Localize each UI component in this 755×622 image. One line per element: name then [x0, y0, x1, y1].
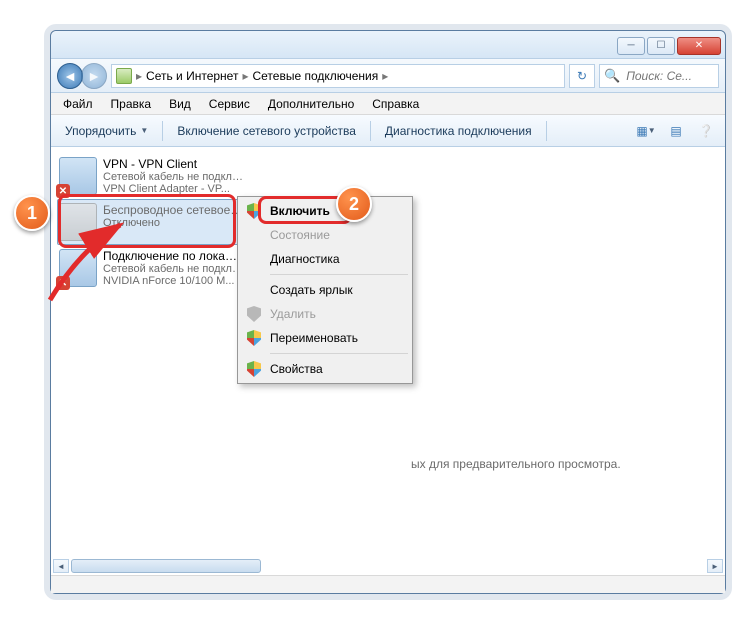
menu-bar: Файл Правка Вид Сервис Дополнительно Спр… — [51, 93, 725, 115]
context-enable[interactable]: Включить — [240, 199, 410, 223]
separator — [162, 121, 163, 141]
forward-button[interactable]: ► — [81, 63, 107, 89]
help-button[interactable]: ❔ — [693, 120, 719, 142]
maximize-button[interactable]: ☐ — [647, 37, 675, 55]
preview-placeholder: ых для предварительного просмотра. — [411, 457, 621, 471]
connection-icon — [59, 203, 97, 241]
context-menu: Включить Состояние Диагностика Создать я… — [237, 196, 413, 384]
context-diagnose[interactable]: Диагностика — [240, 247, 410, 271]
scroll-right-button[interactable]: ► — [707, 559, 723, 573]
back-button[interactable]: ◄ — [57, 63, 83, 89]
context-status: Состояние — [240, 223, 410, 247]
connection-icon: ✕ — [59, 157, 97, 195]
command-toolbar: Упорядочить ▼ Включение сетевого устройс… — [51, 115, 725, 147]
scroll-thumb[interactable] — [71, 559, 261, 573]
breadcrumb-part[interactable]: Сетевые подключения — [252, 69, 378, 83]
scroll-left-button[interactable]: ◄ — [53, 559, 69, 573]
connection-item-vpn[interactable]: ✕ VPN - VPN Client Сетевой кабель не под… — [57, 153, 245, 199]
separator — [270, 353, 408, 354]
separator — [270, 274, 408, 275]
connection-adapter: NVIDIA nForce 10/100 M... — [103, 275, 243, 287]
minimize-button[interactable]: ─ — [617, 37, 645, 55]
connection-status: Отключено — [103, 217, 243, 229]
shield-icon — [246, 361, 262, 377]
menu-tools[interactable]: Сервис — [201, 95, 258, 113]
status-bar — [51, 575, 725, 593]
enable-device-button[interactable]: Включение сетевого устройства — [169, 119, 364, 143]
connection-adapter: VPN Client Adapter - VP... — [103, 183, 243, 195]
address-bar[interactable]: ▸ Сеть и Интернет ▸ Сетевые подключения … — [111, 64, 565, 88]
organize-button[interactable]: Упорядочить ▼ — [57, 119, 156, 143]
menu-help[interactable]: Справка — [364, 95, 427, 113]
context-properties[interactable]: Свойства — [240, 357, 410, 381]
connection-status: Сетевой кабель не подключен — [103, 171, 243, 183]
connection-item-lan[interactable]: ✕ Подключение по локальной сети Сетевой … — [57, 245, 245, 291]
titlebar: ─ ☐ ✕ — [51, 31, 725, 59]
navigation-bar: ◄ ► ▸ Сеть и Интернет ▸ Сетевые подключе… — [51, 59, 725, 93]
shield-icon — [246, 203, 262, 219]
window-controls: ─ ☐ ✕ — [615, 35, 725, 55]
shield-icon — [246, 330, 262, 346]
search-box[interactable]: 🔍 — [599, 64, 719, 88]
connection-item-wireless[interactable]: Беспроводное сетевое соединение Отключен… — [57, 199, 245, 245]
refresh-button[interactable]: ↻ — [569, 64, 595, 88]
menu-edit[interactable]: Правка — [103, 95, 160, 113]
separator — [370, 121, 371, 141]
error-badge-icon: ✕ — [56, 184, 70, 198]
connection-title: Беспроводное сетевое соединение — [103, 203, 243, 217]
menu-advanced[interactable]: Дополнительно — [260, 95, 362, 113]
connection-status: Сетевой кабель не подключен — [103, 263, 243, 275]
separator — [546, 121, 547, 141]
connection-icon: ✕ — [59, 249, 97, 287]
connection-title: VPN - VPN Client — [103, 157, 243, 171]
menu-file[interactable]: Файл — [55, 95, 101, 113]
context-delete: Удалить — [240, 302, 410, 326]
location-icon — [116, 68, 132, 84]
context-shortcut[interactable]: Создать ярлык — [240, 278, 410, 302]
connection-title: Подключение по локальной сети — [103, 249, 243, 263]
menu-view[interactable]: Вид — [161, 95, 199, 113]
search-input[interactable] — [624, 68, 714, 84]
connection-list: ✕ VPN - VPN Client Сетевой кабель не под… — [51, 147, 251, 297]
close-button[interactable]: ✕ — [677, 37, 721, 55]
breadcrumb-part[interactable]: Сеть и Интернет — [146, 69, 238, 83]
context-rename[interactable]: Переименовать — [240, 326, 410, 350]
shield-icon — [246, 306, 262, 322]
search-icon: 🔍 — [604, 68, 620, 84]
callout-1: 1 — [14, 195, 50, 231]
error-badge-icon: ✕ — [56, 276, 70, 290]
view-options-button[interactable]: ▦ ▼ — [633, 120, 659, 142]
dropdown-icon: ▼ — [140, 126, 148, 135]
preview-pane-button[interactable]: ▤ — [663, 120, 689, 142]
callout-2: 2 — [336, 186, 372, 222]
diagnose-button[interactable]: Диагностика подключения — [377, 119, 540, 143]
